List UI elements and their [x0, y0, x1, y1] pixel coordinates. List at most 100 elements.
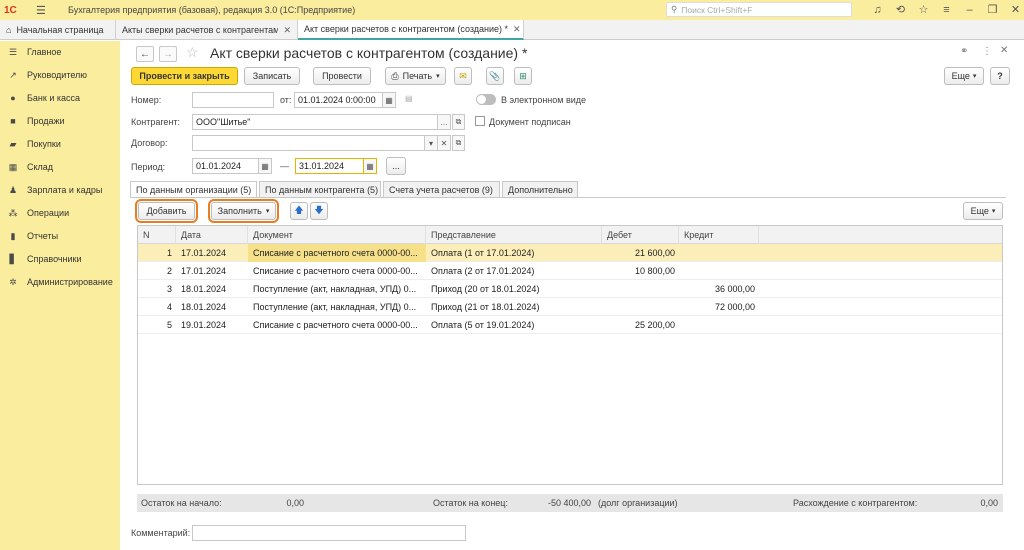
- column-representation[interactable]: Представление: [426, 226, 602, 244]
- column-debit[interactable]: Дебет: [602, 226, 679, 244]
- arrow-up-icon: 🡅: [294, 205, 304, 215]
- table-row[interactable]: 5 19.01.2024 Списание с расчетного счета…: [138, 316, 1002, 334]
- tab-reconciliation-new[interactable]: Акт сверки расчетов с контрагентом (созд…: [298, 20, 524, 40]
- post-and-close-button[interactable]: Провести и закрыть: [131, 67, 238, 85]
- counterparty-open-button[interactable]: ⧉: [452, 114, 465, 130]
- contract-dropdown-button[interactable]: ▾: [425, 135, 438, 151]
- favorite-star-icon[interactable]: ☆: [186, 44, 199, 61]
- comment-field[interactable]: [192, 525, 466, 541]
- tab-organization-data[interactable]: По данным организации (5): [130, 181, 257, 198]
- sidebar-item-manager[interactable]: ↗ Руководителю: [0, 65, 120, 85]
- post-button[interactable]: Провести: [313, 67, 371, 85]
- counterparty-field[interactable]: ООО"Шитье": [192, 114, 438, 130]
- tab-divider: [130, 197, 1006, 198]
- print-button[interactable]: ⎙ Печать ▾: [385, 67, 446, 85]
- contract-label: Договор:: [131, 138, 168, 148]
- cell-document[interactable]: Списание с расчетного счета 0000-00...: [248, 244, 426, 262]
- tab-reconciliation-list[interactable]: Акты сверки расчетов с контрагентами ✕: [116, 20, 298, 40]
- number-field[interactable]: [192, 92, 274, 108]
- title-bar: 1С ☰ Бухгалтерия предприятия (базовая), …: [0, 0, 1024, 20]
- contract-open-button[interactable]: ⧉: [452, 135, 465, 151]
- contract-field[interactable]: [192, 135, 425, 151]
- sidebar-item-admin[interactable]: ✲ Администрирование: [0, 272, 120, 292]
- arrow-left-icon: ←: [140, 48, 150, 60]
- dropdown-arrow-icon: ▾: [436, 73, 440, 80]
- 1c-logo[interactable]: 1С: [4, 5, 26, 16]
- structure-button[interactable]: ⊞: [514, 67, 532, 85]
- more-vertical-icon[interactable]: ⋮: [982, 46, 992, 57]
- settings-menu-icon[interactable]: ≡: [935, 2, 958, 18]
- table-row[interactable]: 4 18.01.2024 Поступление (акт, накладная…: [138, 298, 1002, 316]
- column-date[interactable]: Дата: [176, 226, 248, 244]
- period-dash: —: [280, 161, 289, 171]
- period-to-field[interactable]: 31.01.2024: [295, 158, 364, 174]
- cell-document[interactable]: Списание с расчетного счета 0000-00...: [248, 316, 426, 334]
- electronic-toggle[interactable]: [476, 94, 496, 105]
- column-document[interactable]: Документ: [248, 226, 426, 244]
- history-icon[interactable]: ⟲: [889, 2, 912, 18]
- close-tab-icon[interactable]: ✕: [283, 25, 291, 36]
- cell-date: 19.01.2024: [181, 320, 227, 330]
- email-button[interactable]: ✉: [454, 67, 472, 85]
- chart-icon: ▮: [10, 230, 16, 241]
- star-icon[interactable]: ☆: [912, 2, 935, 18]
- bag-icon: ■: [10, 116, 16, 126]
- table-row[interactable]: 3 18.01.2024 Поступление (акт, накладная…: [138, 280, 1002, 298]
- column-n[interactable]: N: [138, 226, 176, 244]
- bell-icon[interactable]: ♫: [866, 2, 889, 18]
- more-button[interactable]: Еще ▾: [944, 67, 984, 85]
- printer-icon: ⎙: [391, 70, 399, 81]
- period-to-calendar-button[interactable]: ▦: [364, 158, 377, 174]
- document-signed-checkbox[interactable]: [475, 116, 485, 126]
- column-spacer: [759, 226, 1002, 244]
- cell-representation: Приход (20 от 18.01.2024): [431, 284, 540, 294]
- period-from-calendar-button[interactable]: ▦: [259, 158, 272, 174]
- link-icon[interactable]: ⚭: [960, 46, 968, 57]
- sidebar-item-salary[interactable]: ♟ Зарплата и кадры: [0, 180, 120, 200]
- discrepancy-label: Расхождение с контрагентом:: [793, 498, 918, 508]
- close-tab-icon[interactable]: ✕: [513, 24, 521, 35]
- document-date-field[interactable]: 01.01.2024 0:00:00: [294, 92, 383, 108]
- fill-button[interactable]: Заполнить ▾: [208, 199, 279, 223]
- restore-icon[interactable]: ❐: [981, 2, 1004, 18]
- add-button[interactable]: Добавить: [135, 199, 198, 223]
- table-more-button[interactable]: Еще ▾: [963, 202, 1003, 220]
- period-from-field[interactable]: 01.01.2024: [192, 158, 259, 174]
- help-button[interactable]: ?: [990, 67, 1010, 85]
- contract-clear-button[interactable]: ✕: [438, 135, 451, 151]
- window-tabs: ⌂ Начальная страница Акты сверки расчето…: [0, 20, 1024, 40]
- move-down-button[interactable]: 🡇: [310, 202, 328, 220]
- calendar-button[interactable]: ▦: [383, 92, 396, 108]
- table-row[interactable]: 2 17.01.2024 Списание с расчетного счета…: [138, 262, 1002, 280]
- table-row[interactable]: 1 17.01.2024 Списание с расчетного счета…: [138, 244, 1002, 262]
- main-menu-icon[interactable]: ☰: [36, 4, 50, 17]
- cell-document[interactable]: Поступление (акт, накладная, УПД) 0...: [248, 298, 426, 316]
- sidebar-item-catalogs[interactable]: ▋ Справочники: [0, 249, 120, 269]
- close-form-icon[interactable]: ✕: [1000, 45, 1008, 56]
- sidebar-item-operations[interactable]: ⁂ Операции: [0, 203, 120, 223]
- column-credit[interactable]: Кредит: [679, 226, 759, 244]
- sidebar-item-main[interactable]: ☰ Главное: [0, 42, 120, 62]
- tab-home[interactable]: ⌂ Начальная страница: [0, 20, 116, 40]
- tab-additional[interactable]: Дополнительно: [502, 181, 578, 197]
- cell-document[interactable]: Списание с расчетного счета 0000-00...: [248, 262, 426, 280]
- minimize-icon[interactable]: –: [958, 2, 981, 18]
- close-icon[interactable]: ✕: [1004, 2, 1024, 18]
- date-detail-icon[interactable]: ▤: [405, 94, 413, 103]
- attach-button[interactable]: 📎: [486, 67, 504, 85]
- back-button[interactable]: ←: [136, 46, 154, 62]
- tab-counterparty-data[interactable]: По данным контрагента (5): [259, 181, 381, 197]
- sidebar-item-warehouse[interactable]: ▦ Склад: [0, 157, 120, 177]
- period-select-button[interactable]: ...: [386, 157, 406, 175]
- save-button[interactable]: Записать: [244, 67, 300, 85]
- sidebar-item-purchases[interactable]: ▰ Покупки: [0, 134, 120, 154]
- counterparty-select-button[interactable]: …: [438, 114, 451, 130]
- tab-accounts[interactable]: Счета учета расчетов (9): [383, 181, 500, 197]
- move-up-button[interactable]: 🡅: [290, 202, 308, 220]
- sidebar-item-bank[interactable]: ● Банк и касса: [0, 88, 120, 108]
- sidebar-item-reports[interactable]: ▮ Отчеты: [0, 226, 120, 246]
- forward-button[interactable]: →: [159, 46, 177, 62]
- sidebar-item-sales[interactable]: ■ Продажи: [0, 111, 120, 131]
- cell-document[interactable]: Поступление (акт, накладная, УПД) 0...: [248, 280, 426, 298]
- global-search-input[interactable]: ⚲ Поиск Ctrl+Shift+F: [666, 2, 852, 17]
